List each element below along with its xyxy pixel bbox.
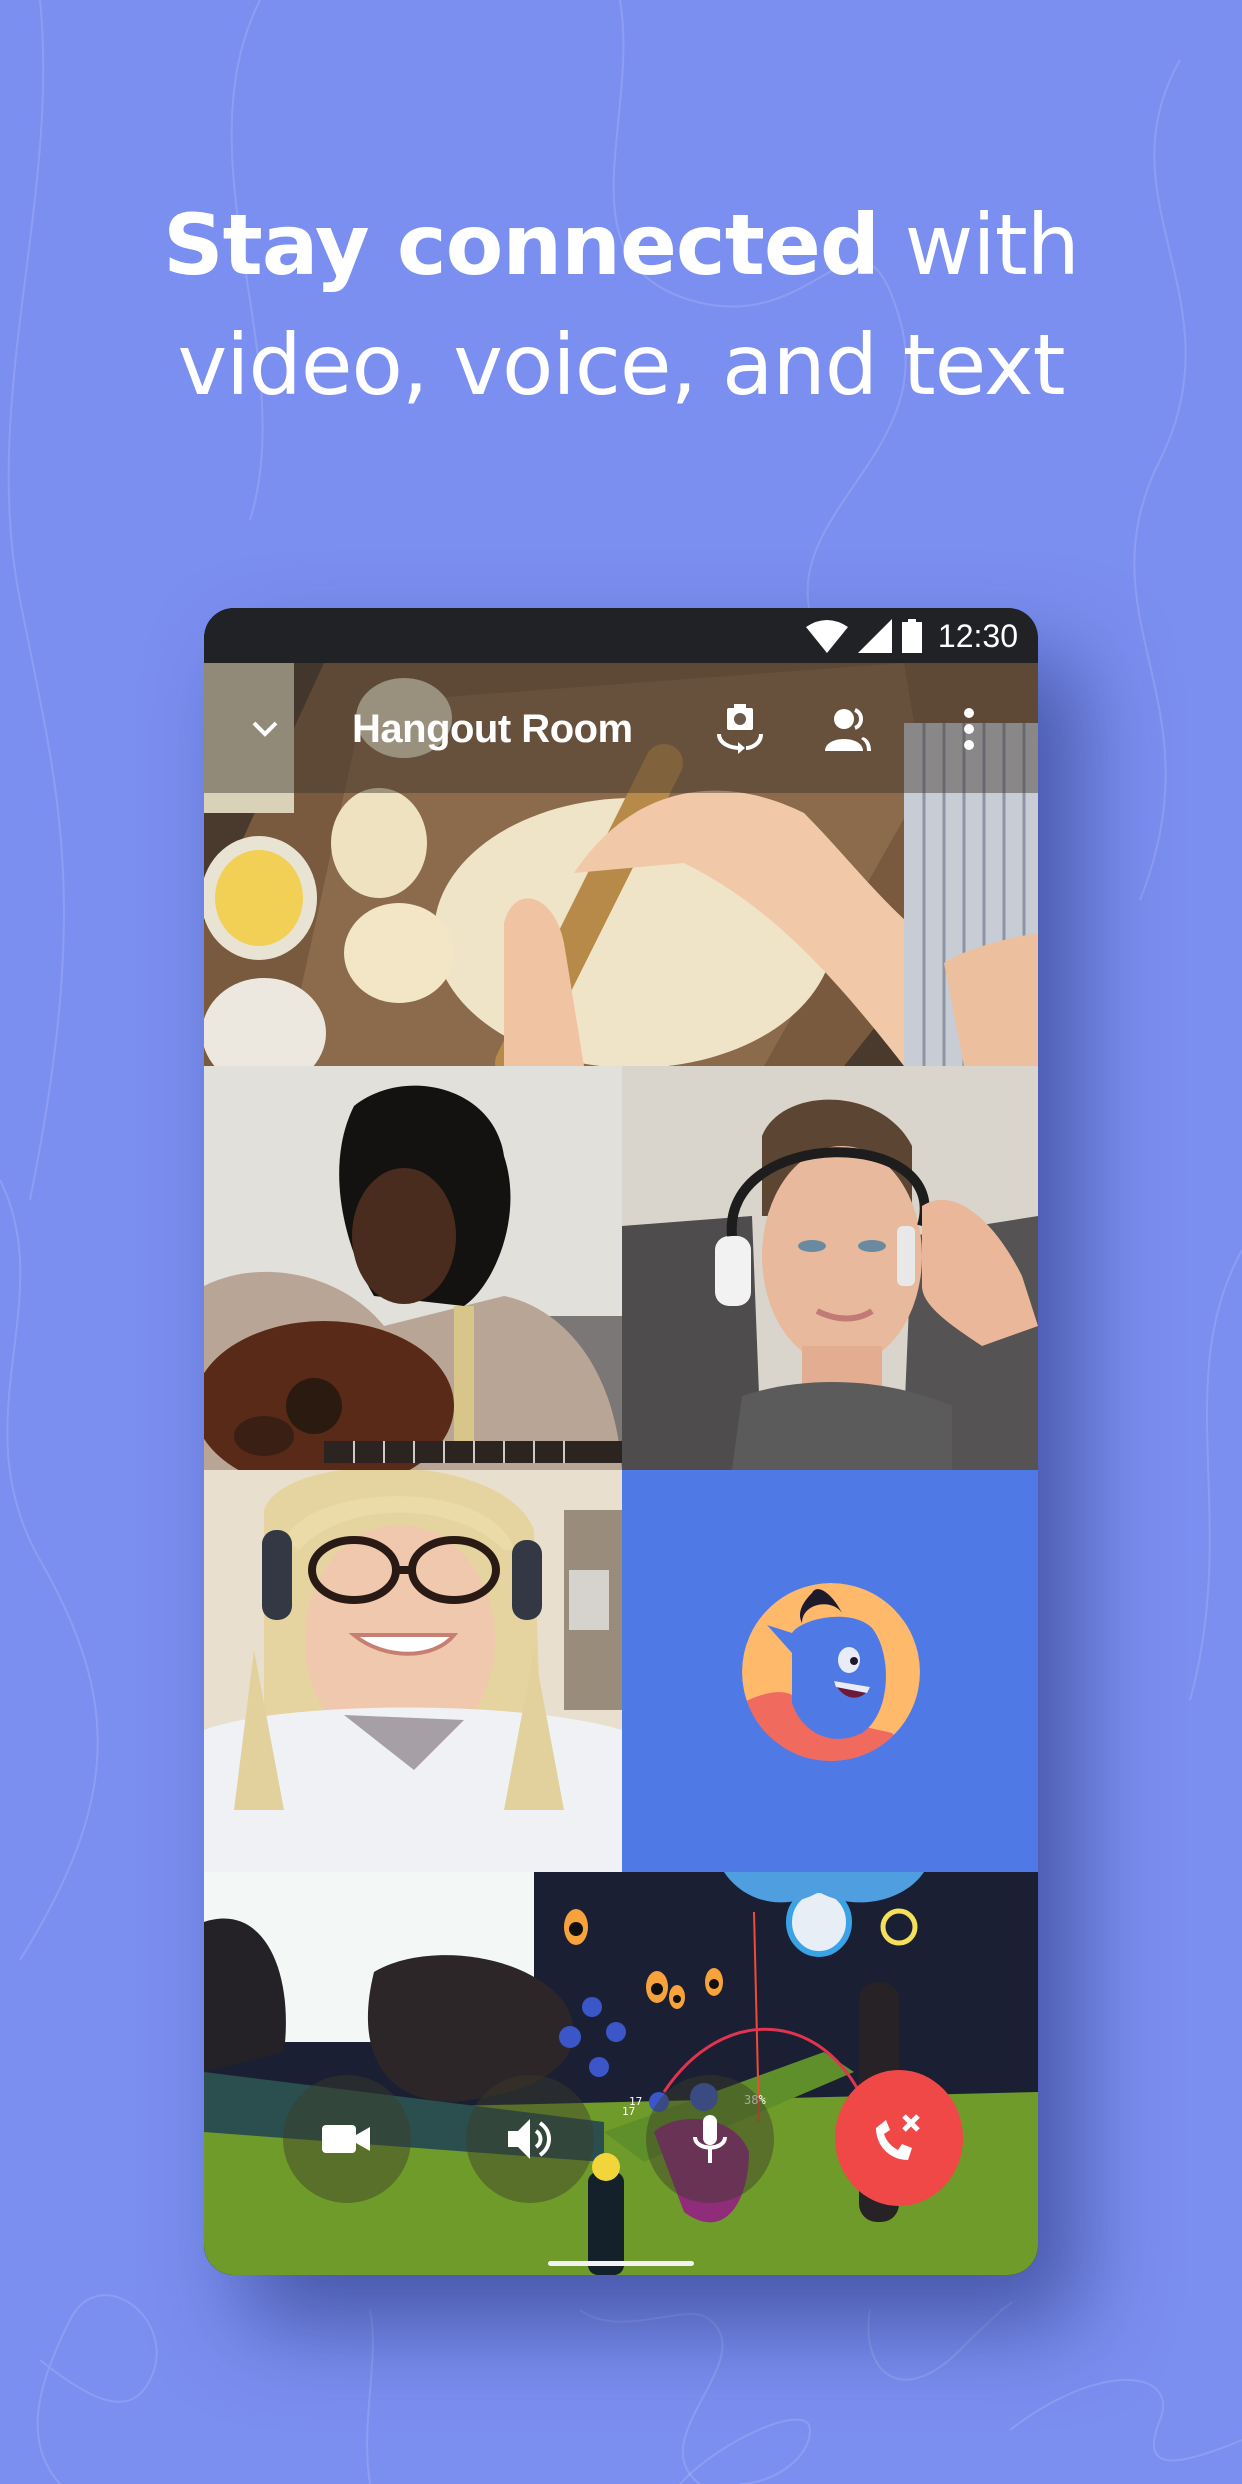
participants-button[interactable] (820, 701, 880, 757)
call-header: Hangout Room (204, 663, 1038, 793)
hang-up-icon (876, 2114, 920, 2160)
video-tile-headphones[interactable] (622, 1066, 1038, 1470)
speaker-icon (508, 2119, 551, 2159)
user-avatar (742, 1583, 920, 1761)
switch-camera-button[interactable] (710, 701, 770, 757)
speaker-toggle-button[interactable] (466, 2075, 594, 2203)
status-time: 12:30 (937, 617, 1018, 654)
channel-title: Hangout Room (352, 707, 633, 751)
more-options-button[interactable] (954, 701, 984, 757)
more-options-icon (964, 708, 974, 750)
guitar-video-frame (204, 1066, 622, 1470)
game-hud-counter-b: 17 (622, 2105, 635, 2118)
switch-camera-icon (717, 704, 763, 754)
video-camera-icon (322, 2125, 370, 2153)
headline-bold: Stay connected (163, 196, 880, 294)
participants-icon (825, 708, 871, 751)
mic-toggle-button[interactable] (646, 2075, 774, 2203)
glasses-video-frame (204, 1470, 622, 1872)
cellular-signal-icon (857, 619, 892, 653)
headline-line2: video, voice, and text (177, 316, 1065, 414)
avatar-tile[interactable] (622, 1470, 1038, 1872)
video-tile-guitar[interactable] (204, 1066, 622, 1470)
wifi-icon (805, 620, 848, 653)
headphones-video-frame (622, 1066, 1038, 1470)
battery-icon (901, 619, 922, 653)
headline-regular: with (878, 196, 1080, 294)
marketing-headline: Stay connected with video, voice, and te… (0, 185, 1242, 425)
end-call-button[interactable] (835, 2070, 963, 2206)
microphone-icon (693, 2115, 727, 2163)
chevron-down-icon[interactable] (248, 713, 282, 743)
video-tile-glasses[interactable] (204, 1470, 622, 1872)
home-indicator[interactable] (548, 2261, 694, 2266)
camera-toggle-button[interactable] (283, 2075, 411, 2203)
status-bar: 12:30 (204, 608, 1038, 663)
phone-screen: 12:30 Hangout Room 17 17 38% (204, 608, 1038, 2275)
